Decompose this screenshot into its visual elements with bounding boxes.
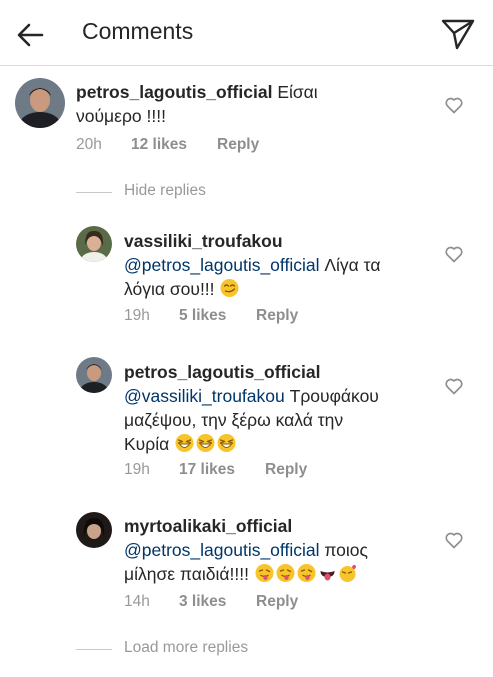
- smirk-emoji-icon: [220, 279, 239, 297]
- avatar[interactable]: [76, 512, 112, 548]
- divider: [76, 649, 112, 650]
- like-button[interactable]: [444, 244, 464, 264]
- reply-body-a: ποιος: [324, 540, 368, 560]
- hide-replies-label: Hide replies: [124, 182, 206, 199]
- top-bar: Comments: [0, 0, 493, 66]
- reply-text: myrtoalikaki_official @petros_lagoutis_o…: [124, 514, 444, 586]
- comment-username[interactable]: petros_lagoutis_official: [76, 82, 272, 102]
- reply-username[interactable]: vassiliki_troufakou: [124, 231, 283, 251]
- likes-link[interactable]: 12 likes: [131, 136, 187, 154]
- reply-body-b: λόγια σου!!!: [124, 279, 215, 299]
- laughing-emoji-icon: [196, 434, 215, 452]
- reply-time: 19h: [124, 307, 150, 324]
- heart-icon: [445, 97, 463, 114]
- comment-body-line2: νούμερο !!!!: [76, 106, 166, 126]
- reply-username[interactable]: petros_lagoutis_official: [124, 362, 320, 382]
- comment-text: petros_lagoutis_official Είσαι νούμερο !…: [76, 80, 406, 128]
- likes-link[interactable]: 17 likes: [179, 461, 235, 479]
- like-button[interactable]: [444, 376, 464, 396]
- divider: [76, 192, 112, 193]
- heart-icon: [445, 246, 463, 263]
- mention-link[interactable]: @vassiliki_troufakou: [124, 386, 285, 406]
- reply-username[interactable]: myrtoalikaki_official: [124, 516, 292, 536]
- kissing-heart-emoji-icon: [339, 564, 356, 582]
- load-more-label: Load more replies: [124, 639, 249, 656]
- reply-time: 19h: [124, 461, 150, 478]
- tongue-emoji-icon: [320, 571, 335, 581]
- reply-button[interactable]: Reply: [265, 461, 307, 479]
- reply-text: vassiliki_troufakou @petros_lagoutis_off…: [124, 229, 444, 301]
- winking-tongue-emoji-icon: [255, 564, 274, 582]
- paper-plane-icon: [441, 19, 475, 50]
- reply-button[interactable]: Reply: [217, 136, 259, 154]
- heart-icon: [445, 532, 463, 549]
- reply-button[interactable]: Reply: [256, 593, 298, 611]
- mention-link[interactable]: @petros_lagoutis_official: [124, 255, 319, 275]
- avatar[interactable]: [15, 78, 65, 128]
- heart-icon: [445, 378, 463, 395]
- load-more-replies-button[interactable]: Load more replies: [76, 639, 276, 659]
- reply-body-b: μαζέψου, την ξέρω καλά την: [124, 410, 344, 430]
- reply-text: petros_lagoutis_official @vassiliki_trou…: [124, 360, 444, 456]
- reply-body-b: μίλησε παιδιά!!!!: [124, 564, 249, 584]
- reply-button[interactable]: Reply: [256, 307, 298, 325]
- winking-tongue-emoji-icon: [276, 564, 295, 582]
- like-button[interactable]: [444, 95, 464, 115]
- arrow-left-icon: [17, 23, 44, 47]
- back-button[interactable]: [14, 19, 46, 51]
- comment-time: 20h: [76, 136, 102, 153]
- reply-body-c: Κυρία: [124, 434, 170, 454]
- reply-body-a: Λίγα τα: [324, 255, 381, 275]
- reply-body-a: Τρουφάκου: [289, 386, 379, 406]
- laughing-emoji-icon: [175, 434, 194, 452]
- avatar[interactable]: [76, 226, 112, 262]
- likes-link[interactable]: 3 likes: [179, 593, 226, 611]
- winking-tongue-emoji-icon: [297, 564, 316, 582]
- reply-time: 14h: [124, 593, 150, 610]
- hide-replies-button[interactable]: Hide replies: [76, 182, 236, 202]
- laughing-emoji-icon: [217, 434, 236, 452]
- share-button[interactable]: [440, 17, 476, 51]
- mention-link[interactable]: @petros_lagoutis_official: [124, 540, 319, 560]
- comment-body-line1: Είσαι: [277, 82, 318, 102]
- likes-link[interactable]: 5 likes: [179, 307, 226, 325]
- page-title: Comments: [82, 18, 194, 44]
- avatar[interactable]: [76, 357, 112, 393]
- like-button[interactable]: [444, 530, 464, 550]
